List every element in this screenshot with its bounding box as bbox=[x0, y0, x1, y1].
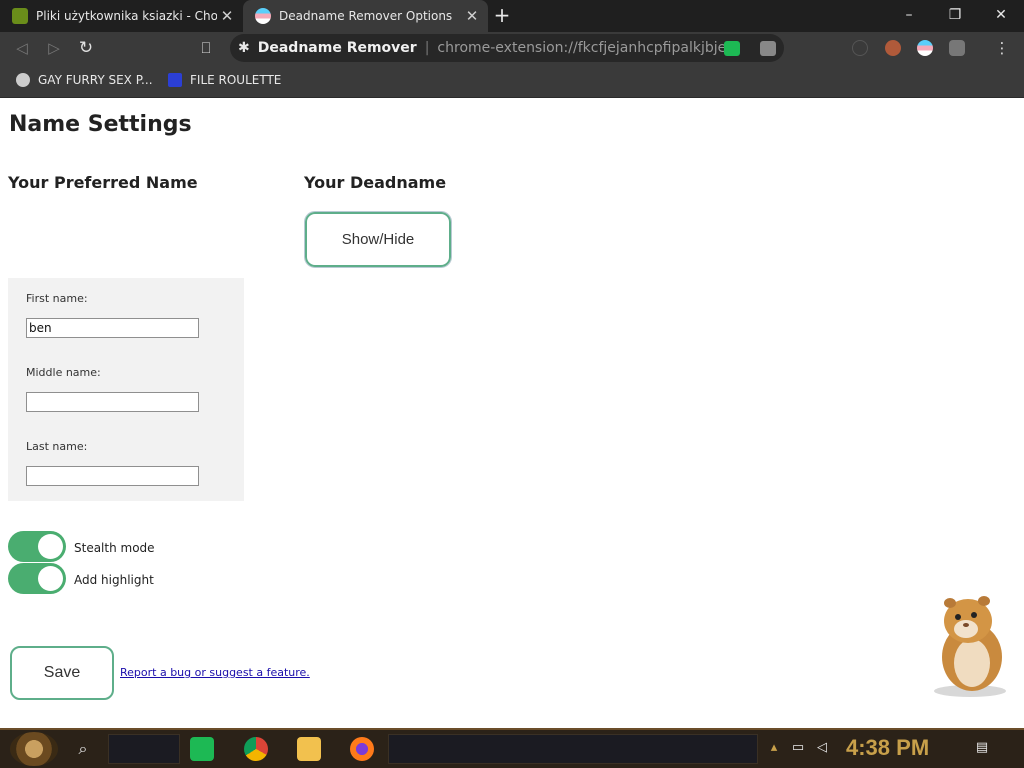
minimize-button[interactable]: – bbox=[886, 0, 932, 32]
chrome-icon[interactable] bbox=[244, 737, 268, 761]
tab-deadname-remover-options[interactable]: Deadname Remover Options ✕ bbox=[243, 0, 488, 32]
deadname-heading: Your Deadname bbox=[304, 173, 447, 192]
site-name: Deadname Remover bbox=[257, 40, 417, 56]
preferred-name-heading: Your Preferred Name bbox=[8, 173, 198, 192]
options-page: Name Settings Your Preferred Name Your D… bbox=[0, 99, 1024, 728]
spotify-ext-icon[interactable] bbox=[724, 41, 740, 56]
bookmark-gay-furry[interactable]: GAY FURRY SEX P... bbox=[16, 73, 153, 87]
middle-name-label: Middle name: bbox=[26, 366, 101, 379]
volume-muted-icon[interactable]: ◁ bbox=[814, 740, 830, 756]
network-icon[interactable]: ▭ bbox=[790, 740, 806, 756]
tab-bar: Pliki użytkownika ksiazki - Chomi ✕ Dead… bbox=[0, 0, 1024, 32]
bookmark-file-roulette[interactable]: FILE ROULETTE bbox=[168, 73, 281, 87]
back-icon[interactable]: ◁ bbox=[10, 36, 34, 60]
middle-name-input[interactable] bbox=[26, 392, 199, 412]
taskbar-widget bbox=[108, 734, 180, 764]
mf-icon bbox=[168, 73, 182, 87]
avatar-ext-icon[interactable] bbox=[885, 40, 901, 56]
last-name-input[interactable] bbox=[26, 466, 199, 486]
first-name-input[interactable]: ben bbox=[26, 318, 199, 338]
ublock-icon[interactable] bbox=[949, 40, 965, 56]
add-highlight-label: Add highlight bbox=[74, 573, 154, 587]
last-name-label: Last name: bbox=[26, 440, 88, 453]
restore-button[interactable]: ❐ bbox=[932, 0, 978, 32]
globe-icon bbox=[16, 73, 30, 87]
first-name-label: First name: bbox=[26, 292, 88, 305]
bookmark-icon[interactable]: ⎕ bbox=[194, 36, 218, 60]
address-bar[interactable]: ✱ Deadname Remover | chrome-extension://… bbox=[230, 34, 784, 62]
toggle-knob bbox=[38, 534, 63, 559]
start-button[interactable] bbox=[10, 732, 58, 766]
add-highlight-toggle[interactable] bbox=[8, 563, 66, 594]
stealth-mode-label: Stealth mode bbox=[74, 541, 155, 555]
new-tab-button[interactable]: + bbox=[490, 4, 514, 28]
bookmark-label: GAY FURRY SEX P... bbox=[38, 73, 153, 87]
taskbar-widget bbox=[388, 734, 758, 764]
preferred-name-form: First name: ben Middle name: Last name: bbox=[8, 278, 244, 501]
file-explorer-icon[interactable] bbox=[297, 737, 321, 761]
tab-close-icon[interactable]: ✕ bbox=[462, 7, 482, 25]
report-bug-link[interactable]: Report a bug or suggest a feature. bbox=[120, 666, 310, 679]
extension-puzzle-icon: ✱ bbox=[238, 40, 250, 56]
reload-icon[interactable]: ↻ bbox=[74, 36, 98, 60]
first-name-value: ben bbox=[29, 321, 52, 335]
tray-overflow-icon[interactable]: ▴ bbox=[766, 740, 782, 756]
show-hide-button[interactable]: Show/Hide bbox=[304, 211, 452, 268]
tab-close-icon[interactable]: ✕ bbox=[217, 7, 237, 25]
tab-title: Pliki użytkownika ksiazki - Chomi bbox=[36, 9, 217, 23]
close-window-button[interactable]: ✕ bbox=[978, 0, 1024, 32]
deadname-remover-ext-icon[interactable] bbox=[917, 40, 933, 56]
url-text: chrome-extension://fkcfjejanhcpfipalkjbj… bbox=[437, 40, 738, 56]
save-button[interactable]: Save bbox=[10, 646, 114, 700]
clock[interactable]: 4:38 PM bbox=[846, 735, 929, 761]
spotify-icon[interactable] bbox=[190, 737, 214, 761]
tab-title: Deadname Remover Options bbox=[279, 9, 453, 23]
browser-toolbar: ◁ ▷ ↻ ⎕ ✱ Deadname Remover | chrome-exte… bbox=[0, 32, 1024, 64]
tab-chomikuj[interactable]: Pliki użytkownika ksiazki - Chomi ✕ bbox=[0, 0, 243, 32]
extension-icon[interactable] bbox=[852, 40, 868, 56]
menu-icon[interactable]: ⋮ bbox=[990, 36, 1014, 60]
taskbar: ⌕ ▴ ▭ ◁ 4:38 PM ▤ bbox=[0, 728, 1024, 768]
forward-icon[interactable]: ▷ bbox=[42, 36, 66, 60]
page-title: Name Settings bbox=[9, 112, 192, 137]
hamster-mascot-icon bbox=[934, 596, 1006, 697]
shield-icon[interactable] bbox=[760, 41, 776, 56]
firefox-icon[interactable] bbox=[350, 737, 374, 761]
stealth-mode-toggle[interactable] bbox=[8, 531, 66, 562]
trans-flag-favicon-icon bbox=[255, 8, 271, 24]
bookmark-label: FILE ROULETTE bbox=[190, 73, 282, 87]
omnibox-separator: | bbox=[424, 40, 430, 56]
notifications-icon[interactable]: ▤ bbox=[974, 740, 990, 756]
bookmarks-bar: GAY FURRY SEX P... FILE ROULETTE bbox=[0, 64, 1024, 98]
toggle-knob bbox=[38, 566, 63, 591]
tab-favicon-icon bbox=[12, 8, 28, 24]
search-icon[interactable]: ⌕ bbox=[72, 738, 94, 760]
